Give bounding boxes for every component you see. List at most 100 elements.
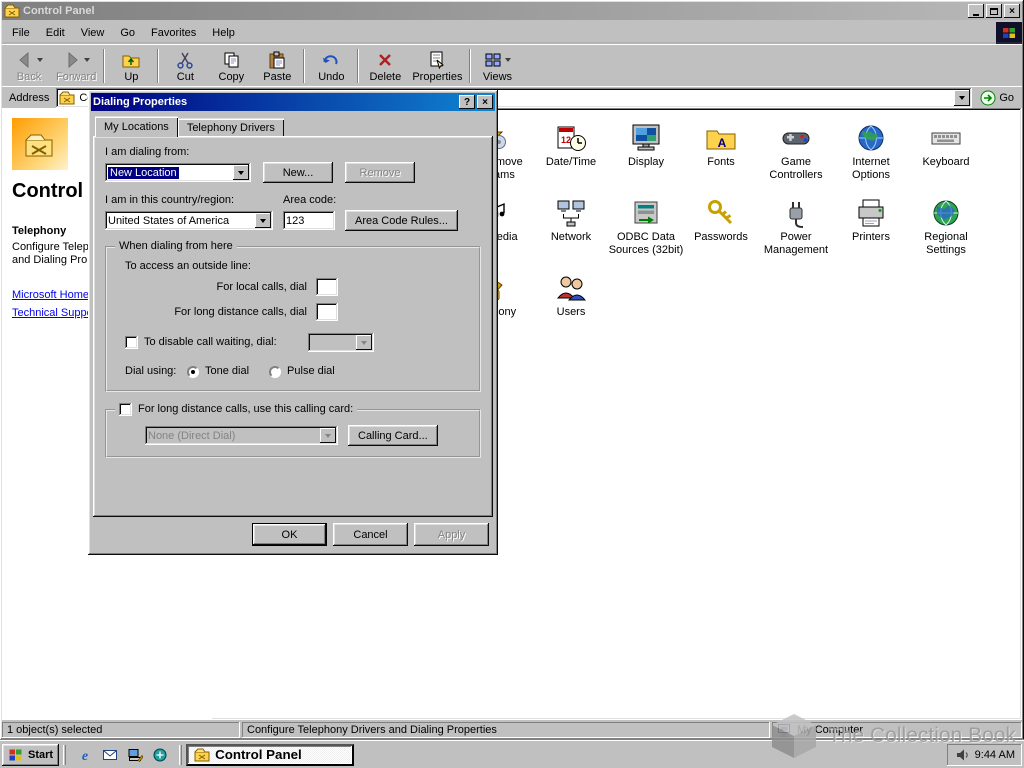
toolbar-back-button[interactable]: Back (6, 46, 52, 86)
undo-icon (321, 50, 341, 70)
cpl-icon-display[interactable]: Display (607, 120, 685, 194)
close-button[interactable]: × (1004, 4, 1020, 18)
location-dropdown-button[interactable] (233, 165, 249, 180)
calling-card-label: For long distance calls, use this callin… (138, 403, 354, 415)
country-combobox[interactable]: United States of America (105, 211, 273, 230)
minimize-button[interactable] (968, 4, 984, 18)
cpl-icon-label: Printers (852, 231, 890, 243)
outlook-icon[interactable] (101, 746, 119, 764)
paste-icon (267, 50, 287, 70)
cpl-icon-power-management[interactable]: Power Management (757, 195, 835, 269)
dialog-help-button[interactable]: ? (459, 95, 475, 109)
pulse-dial-radio[interactable] (269, 365, 282, 378)
toolbar-forward-label: Forward (56, 70, 97, 83)
dialog-close-button[interactable]: × (477, 95, 493, 109)
calling-card-group: For long distance calls, use this callin… (105, 403, 481, 458)
calling-card-checkbox[interactable] (119, 403, 132, 416)
cpl-icon-label: Network (550, 231, 592, 243)
tray-clock[interactable]: 9:44 AM (975, 749, 1015, 761)
menu-edit[interactable]: Edit (38, 24, 73, 42)
address-folder-icon (59, 90, 75, 106)
local-calls-input[interactable] (316, 278, 338, 296)
game-controllers-icon (757, 120, 835, 154)
area-code-input[interactable]: 123 (283, 211, 335, 230)
tab-my-locations[interactable]: My Locations (95, 116, 178, 137)
toolbar-delete-button[interactable]: Delete (362, 46, 408, 86)
link-microsoft-home[interactable]: Microsoft Home (12, 289, 89, 301)
location-combobox[interactable]: New Location (105, 163, 251, 182)
volume-tray-icon[interactable] (954, 747, 970, 763)
cpl-icon-label: Keyboard (922, 156, 970, 168)
status-objects: 1 object(s) selected (2, 722, 240, 738)
area-code-rules-button[interactable]: Area Code Rules... (345, 210, 458, 231)
forward-icon (62, 50, 82, 70)
status-description: Configure Telephony Drivers and Dialing … (242, 722, 770, 738)
copy-icon (221, 50, 241, 70)
calling-card-combobox[interactable]: None (Direct Dial) (145, 426, 338, 445)
toolbar-properties-button[interactable]: Properties (408, 46, 466, 86)
country-dropdown-button[interactable] (255, 213, 271, 228)
quick-launch-handle[interactable] (63, 744, 67, 765)
cpl-icon-odbc-data-sources-32bit[interactable]: ODBC Data Sources (32bit) (607, 195, 685, 269)
go-button[interactable]: Go (976, 88, 1018, 108)
desktop-icon[interactable] (126, 746, 144, 764)
toolbar-copy-button[interactable]: Copy (208, 46, 254, 86)
when-dialing-group: When dialing from here To access an outs… (105, 240, 481, 392)
toolbar-paste-button[interactable]: Paste (254, 46, 300, 86)
menu-go[interactable]: Go (112, 24, 143, 42)
cpl-icon-users[interactable]: Users (532, 270, 610, 344)
area-code-label: Area code: (283, 194, 337, 206)
cpl-icon-label: Display (627, 156, 665, 168)
channels-icon[interactable] (151, 746, 169, 764)
display-icon (607, 120, 685, 154)
calling-card-button[interactable]: Calling Card... (348, 425, 438, 446)
toolbar-views-button[interactable]: Views (474, 46, 520, 86)
window-title: Control Panel (23, 5, 95, 17)
ie-icon[interactable]: e (76, 746, 94, 764)
menu-favorites[interactable]: Favorites (143, 24, 204, 42)
cpl-icon-fonts[interactable]: A Fonts (682, 120, 760, 194)
menu-help[interactable]: Help (204, 24, 243, 42)
toolbar-undo-button[interactable]: Undo (308, 46, 354, 86)
ok-button[interactable]: OK (252, 523, 327, 546)
svg-text:A: A (718, 136, 727, 150)
toolbar-separator (103, 48, 106, 83)
remove-location-button[interactable]: Remove (345, 162, 415, 183)
passwords-icon (682, 195, 760, 229)
cpl-icon-game-controllers[interactable]: Game Controllers (757, 120, 835, 194)
cpl-icon-passwords[interactable]: Passwords (682, 195, 760, 269)
address-dropdown-button[interactable] (954, 89, 971, 106)
task-area-handle[interactable] (179, 744, 183, 765)
toolbar-forward-button[interactable]: Forward (52, 46, 100, 86)
maximize-button[interactable] (986, 4, 1002, 18)
call-waiting-checkbox[interactable] (125, 336, 138, 349)
toolbar-back-label: Back (16, 70, 42, 83)
control-panel-window-icon (4, 3, 20, 19)
call-waiting-combobox[interactable] (308, 333, 374, 352)
menu-view[interactable]: View (73, 24, 113, 42)
toolbar-cut-button[interactable]: Cut (162, 46, 208, 86)
cpl-icon-internet-options[interactable]: Internet Options (832, 120, 910, 194)
toolbar-up-button[interactable]: Up (108, 46, 154, 86)
link-technical-support[interactable]: Technical Support (12, 307, 99, 319)
cpl-icon-keyboard[interactable]: Keyboard (907, 120, 985, 194)
task-button-control-panel[interactable]: Control Panel (186, 743, 355, 766)
keyboard-icon (907, 120, 985, 154)
task-folder-icon (194, 747, 210, 763)
toolbar-cut-label: Cut (176, 70, 194, 83)
menu-file[interactable]: File (4, 24, 38, 42)
tone-dial-radio[interactable] (187, 365, 199, 378)
start-button[interactable]: Start (2, 743, 60, 766)
long-distance-input[interactable] (316, 303, 338, 321)
cpl-icon-printers[interactable]: Printers (832, 195, 910, 269)
new-location-button[interactable]: New... (263, 162, 333, 183)
cpl-icon-regional-settings[interactable]: Regional Settings (907, 195, 985, 269)
window-titlebar[interactable]: Control Panel × (2, 2, 1022, 20)
dialog-titlebar[interactable]: Dialing Properties ? × (91, 93, 495, 111)
svg-text:e: e (82, 749, 88, 763)
apply-button[interactable]: Apply (414, 523, 489, 546)
cpl-icon-date-time[interactable]: 12 Date/Time (532, 120, 610, 194)
cancel-button[interactable]: Cancel (333, 523, 408, 546)
tab-telephony-drivers[interactable]: Telephony Drivers (177, 118, 284, 138)
cpl-icon-network[interactable]: Network (532, 195, 610, 269)
